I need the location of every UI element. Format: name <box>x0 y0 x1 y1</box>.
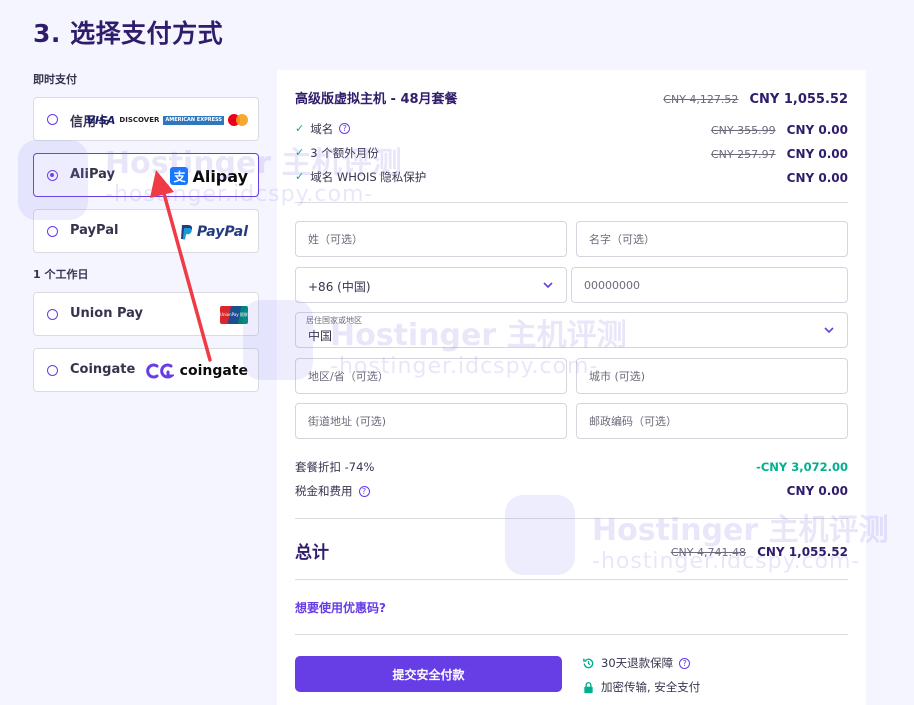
secure-payment-note: 加密传输, 安全支付 <box>582 679 700 695</box>
refund-clock-icon <box>583 658 594 668</box>
phone-number-input[interactable] <box>572 268 847 302</box>
order-item-old-price: CNY 355.99 <box>710 124 776 137</box>
order-item-price: CNY 0.00 <box>786 171 848 185</box>
divider <box>295 634 848 635</box>
tax-label: 税金和费用 <box>295 484 353 498</box>
alipay-logo: 支 Alipay <box>170 154 248 198</box>
plan-price: CNY 1,055.52 <box>749 92 848 107</box>
payment-option-coingate[interactable]: Coingate coingate <box>33 348 259 392</box>
alipay-icon: 支 <box>170 167 189 185</box>
total-price: CNY 1,055.52 <box>757 545 848 559</box>
radio-button[interactable] <box>47 226 58 237</box>
lock-icon <box>584 681 593 693</box>
submit-payment-button[interactable]: 提交安全付款 <box>295 656 562 692</box>
radio-button[interactable] <box>47 114 58 125</box>
secure-text: 加密传输, 安全支付 <box>601 680 701 694</box>
help-icon[interactable]: ? <box>339 123 351 134</box>
section-instant-label: 即时支付 <box>33 73 77 86</box>
phone-code-value: +86 (中国) <box>308 280 371 294</box>
paypal-icon <box>180 224 192 239</box>
total-old-price: CNY 4,741.48 <box>670 546 746 559</box>
total-row: 总计 CNY 4,741.48 CNY 1,055.52 <box>295 538 848 563</box>
order-item-name: 3 个额外月份 <box>310 145 379 160</box>
chevron-down-icon <box>824 327 834 334</box>
divider <box>295 202 848 203</box>
divider <box>295 518 848 519</box>
order-item-name: 域名 WHOIS 隐私保护 <box>310 169 427 184</box>
region-field[interactable] <box>295 358 567 394</box>
order-item-row: ✓ 3 个额外月份 CNY 257.97 CNY 0.00 <box>295 143 848 162</box>
country-label: 居住国家或地区 <box>306 316 362 325</box>
order-item-name: 域名 <box>310 121 334 136</box>
paypal-logo: PayPal <box>180 210 248 254</box>
help-icon[interactable]: ? <box>358 485 370 497</box>
last-name-field[interactable] <box>295 221 567 257</box>
paypal-wordmark: PayPal <box>196 224 248 240</box>
visa-logo: VISA <box>86 113 116 127</box>
unionpay-logo: UnionPay 银联 <box>220 293 248 337</box>
street-input[interactable] <box>296 404 566 438</box>
order-item-row: ✓ 域名 ? CNY 355.99 CNY 0.00 <box>295 119 848 138</box>
page-title: 3. 选择支付方式 <box>33 19 224 48</box>
card-logos: VISA DISCOVER AMERICAN EXPRESS <box>86 98 248 142</box>
mastercard-logo <box>228 114 248 126</box>
check-icon: ✓ <box>295 170 305 183</box>
payment-option-label: AliPay <box>70 167 115 182</box>
divider <box>295 579 848 580</box>
tax-row: 税金和费用 ? CNY 0.00 <box>295 483 848 499</box>
coingate-icon <box>145 363 174 379</box>
zip-field[interactable] <box>576 403 848 439</box>
radio-button[interactable] <box>47 309 58 320</box>
zip-input[interactable] <box>577 404 847 438</box>
unionpay-icon: UnionPay 银联 <box>220 306 248 324</box>
check-icon: ✓ <box>295 146 305 159</box>
phone-number-field[interactable] <box>571 267 848 303</box>
discount-label: 套餐折扣 -74% <box>295 460 375 474</box>
first-name-field[interactable] <box>576 221 848 257</box>
country-select[interactable]: 居住国家或地区 中国 <box>295 312 848 348</box>
discover-logo: DISCOVER <box>119 116 160 124</box>
radio-button[interactable] <box>47 365 58 376</box>
city-input[interactable] <box>577 359 847 393</box>
payment-option-label: PayPal <box>70 223 119 238</box>
help-icon[interactable]: ? <box>679 657 691 669</box>
section-workday-label: 1 个工作日 <box>33 268 89 281</box>
country-value: 中国 <box>308 329 333 343</box>
order-item-price: CNY 0.00 <box>786 147 848 161</box>
order-item-row: ✓ 域名 WHOIS 隐私保护 CNY 0.00 <box>295 167 848 186</box>
order-item-old-price: CNY 257.97 <box>710 148 776 161</box>
payment-option-credit-card[interactable]: 信用卡 VISA DISCOVER AMERICAN EXPRESS <box>33 97 259 141</box>
order-item-price: CNY 0.00 <box>786 123 848 137</box>
payment-option-unionpay[interactable]: Union Pay UnionPay 银联 <box>33 292 259 336</box>
plan-name: 高级版虚拟主机 - 48月套餐 <box>295 92 458 107</box>
promo-code-link[interactable]: 想要使用优惠码? <box>295 599 386 616</box>
payment-option-label: Coingate <box>70 362 136 377</box>
discount-row: 套餐折扣 -74% -CNY 3,072.00 <box>295 459 848 475</box>
refund-text: 30天退款保障 <box>601 656 674 670</box>
payment-option-paypal[interactable]: PayPal PayPal <box>33 209 259 253</box>
tax-value: CNY 0.00 <box>786 484 848 498</box>
payment-option-alipay[interactable]: AliPay 支 Alipay <box>33 153 259 197</box>
coingate-wordmark: coingate <box>179 363 248 379</box>
payment-option-label: Union Pay <box>70 306 144 321</box>
radio-button-selected[interactable] <box>47 170 58 181</box>
refund-guarantee: 30天退款保障 ? <box>582 655 691 671</box>
total-label: 总计 <box>295 543 329 563</box>
amex-logo: AMERICAN EXPRESS <box>163 115 224 125</box>
street-field[interactable] <box>295 403 567 439</box>
coingate-logo: coingate <box>144 349 248 393</box>
first-name-input[interactable] <box>577 222 847 256</box>
phone-code-select[interactable]: +86 (中国) <box>295 267 567 303</box>
chevron-down-icon <box>543 282 553 289</box>
check-icon: ✓ <box>295 122 305 135</box>
alipay-wordmark: Alipay <box>192 166 248 186</box>
region-input[interactable] <box>296 359 566 393</box>
discount-value: -CNY 3,072.00 <box>756 460 848 474</box>
city-field[interactable] <box>576 358 848 394</box>
last-name-input[interactable] <box>296 222 566 256</box>
plan-old-price: CNY 4,127.52 <box>663 93 739 106</box>
plan-row: 高级版虚拟主机 - 48月套餐 CNY 4,127.52 CNY 1,055.5… <box>295 88 848 107</box>
